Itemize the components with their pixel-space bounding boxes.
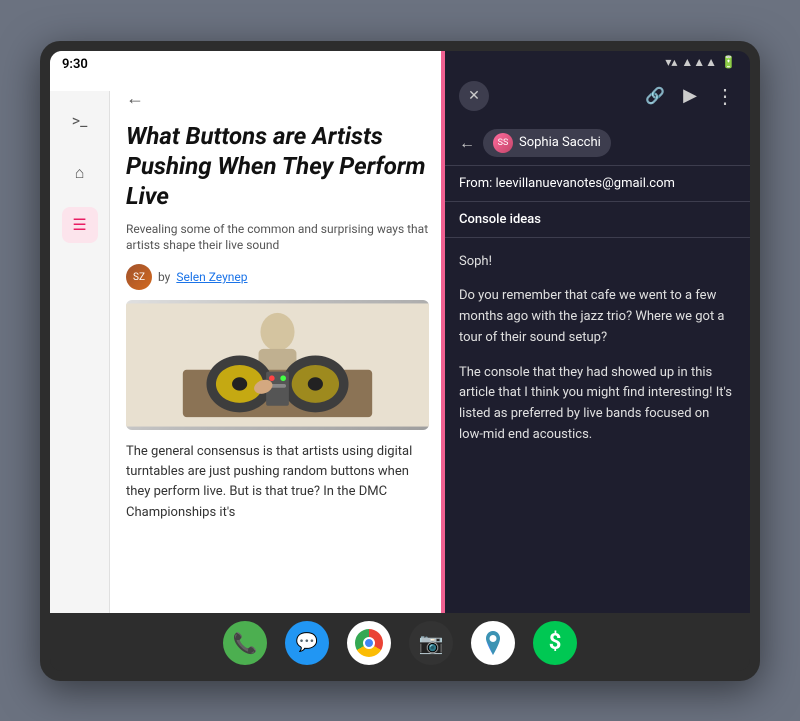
cash-icon: $	[549, 630, 562, 655]
left-status-bar: 9:30	[50, 51, 445, 76]
author-avatar: SZ	[126, 264, 152, 290]
chrome-icon	[355, 629, 383, 657]
article-title: What Buttons are Artists Pushing When Th…	[126, 121, 429, 211]
article-content: ← What Buttons are Artists Pushing When …	[110, 76, 445, 613]
email-subject: Console ideas	[445, 202, 750, 238]
author-prefix: by	[158, 270, 170, 284]
more-options-icon[interactable]: ⋮	[715, 84, 736, 108]
dock-maps-button[interactable]	[471, 621, 515, 665]
dock-chrome-button[interactable]	[347, 621, 391, 665]
close-button[interactable]: ✕	[459, 81, 489, 111]
sidebar-home-icon[interactable]: ⌂	[62, 155, 98, 191]
time-display: 9:30	[62, 57, 88, 72]
divider-line	[441, 51, 445, 613]
camera-icon: 📷	[419, 631, 444, 655]
split-view: 9:30 >_ ⌂ ☰ ← What Bu	[50, 51, 750, 613]
from-label: From:	[459, 176, 492, 191]
from-address: leevillanuevanotes@gmail.com	[496, 176, 675, 191]
author-row: SZ by Selen Zeynep	[126, 264, 429, 290]
back-arrow-icon[interactable]: ←	[459, 133, 475, 153]
dj-image-svg	[126, 300, 429, 430]
email-para-2: The console that they had showed up in t…	[459, 363, 736, 446]
signal-icon: ▲▲▲	[681, 55, 717, 69]
recipient-name: Sophia Sacchi	[519, 135, 601, 150]
phone-icon: 📞	[233, 631, 258, 655]
email-recipient-bar: ← SS Sophia Sacchi	[445, 121, 750, 166]
dock-messages-button[interactable]: 💬	[285, 621, 329, 665]
email-toolbar: ✕ 🔗 ▶ ⋮	[445, 71, 750, 121]
battery-icon: 🔋	[721, 55, 736, 69]
back-button[interactable]: ←	[126, 88, 429, 109]
right-status-bar: ▾▴ ▲▲▲ 🔋	[445, 51, 750, 71]
email-body: Soph! Do you remember that cafe we went …	[445, 238, 750, 613]
wifi-icon: ▾▴	[665, 55, 677, 69]
email-para-1: Do you remember that cafe we went to a f…	[459, 286, 736, 348]
left-sidebar: >_ ⌂ ☰	[50, 91, 110, 613]
device-frame: 9:30 >_ ⌂ ☰ ← What Bu	[40, 41, 760, 681]
recipient-chip[interactable]: SS Sophia Sacchi	[483, 129, 611, 157]
email-greeting: Soph!	[459, 252, 736, 273]
right-panel: ▾▴ ▲▲▲ 🔋 ✕ 🔗 ▶ ⋮ ←	[445, 51, 750, 613]
toolbar-actions: 🔗 ▶ ⋮	[645, 84, 736, 108]
email-from-field: From: leevillanuevanotes@gmail.com	[445, 166, 750, 202]
sidebar-terminal-icon[interactable]: >_	[62, 103, 98, 139]
send-icon[interactable]: ▶	[683, 85, 697, 106]
dock-cash-button[interactable]: $	[533, 621, 577, 665]
dock-camera-button[interactable]: 📷	[409, 621, 453, 665]
messages-icon: 💬	[296, 632, 318, 653]
author-name[interactable]: Selen Zeynep	[176, 270, 247, 284]
left-panel: 9:30 >_ ⌂ ☰ ← What Bu	[50, 51, 445, 613]
article-body: The general consensus is that artists us…	[126, 442, 429, 523]
article-image	[126, 300, 429, 430]
sidebar-list-icon[interactable]: ☰	[62, 207, 98, 243]
screen: 9:30 >_ ⌂ ☰ ← What Bu	[50, 51, 750, 671]
bottom-dock: 📞 💬 📷	[50, 613, 750, 671]
link-icon[interactable]: 🔗	[645, 86, 665, 105]
article-subtitle: Revealing some of the common and surpris…	[126, 221, 429, 255]
recipient-avatar: SS	[493, 133, 513, 153]
dock-phone-button[interactable]: 📞	[223, 621, 267, 665]
maps-icon	[479, 629, 507, 657]
